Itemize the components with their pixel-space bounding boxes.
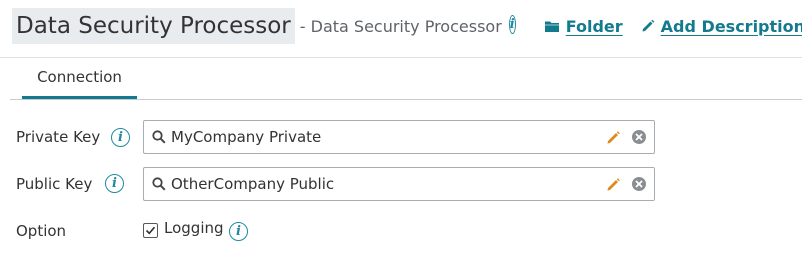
private-key-value: MyCompany Private xyxy=(171,128,322,146)
header: Data Security Processor - Data Security … xyxy=(12,8,802,44)
private-key-info-icon[interactable]: i xyxy=(111,128,130,147)
tab-connection[interactable]: Connection xyxy=(22,58,137,99)
add-description-label: Add Description xyxy=(660,16,802,36)
public-key-field[interactable]: OtherCompany Public xyxy=(143,167,655,201)
checkmark-icon xyxy=(145,226,156,235)
option-label: Option xyxy=(16,222,67,240)
search-icon xyxy=(152,130,166,144)
folder-link-label: Folder xyxy=(565,16,623,36)
page-title[interactable]: Data Security Processor xyxy=(12,8,295,44)
tab-connection-label: Connection xyxy=(37,68,122,86)
page-subtitle: - Data Security Processor xyxy=(299,16,502,36)
folder-icon xyxy=(544,21,559,32)
tab-divider xyxy=(10,99,802,100)
add-description-link[interactable]: Add Description xyxy=(641,17,802,36)
folder-link[interactable]: Folder xyxy=(544,17,623,36)
public-key-label: Public Key xyxy=(16,175,93,193)
search-icon xyxy=(152,177,166,191)
edit-icon[interactable] xyxy=(606,177,621,192)
page: Data Security Processor - Data Security … xyxy=(0,0,802,268)
public-key-info-icon[interactable]: i xyxy=(105,174,124,193)
logging-checkbox[interactable] xyxy=(143,223,158,238)
public-key-value: OtherCompany Public xyxy=(171,175,335,193)
info-icon[interactable]: i xyxy=(508,14,516,34)
pencil-icon xyxy=(642,19,654,32)
logging-label[interactable]: Logging xyxy=(164,219,224,237)
edit-icon[interactable] xyxy=(606,130,621,145)
private-key-field[interactable]: MyCompany Private xyxy=(143,120,655,154)
clear-icon[interactable] xyxy=(631,129,647,145)
private-key-label: Private Key xyxy=(16,128,101,146)
logging-info-icon[interactable]: i xyxy=(229,222,248,241)
clear-icon[interactable] xyxy=(631,176,647,192)
